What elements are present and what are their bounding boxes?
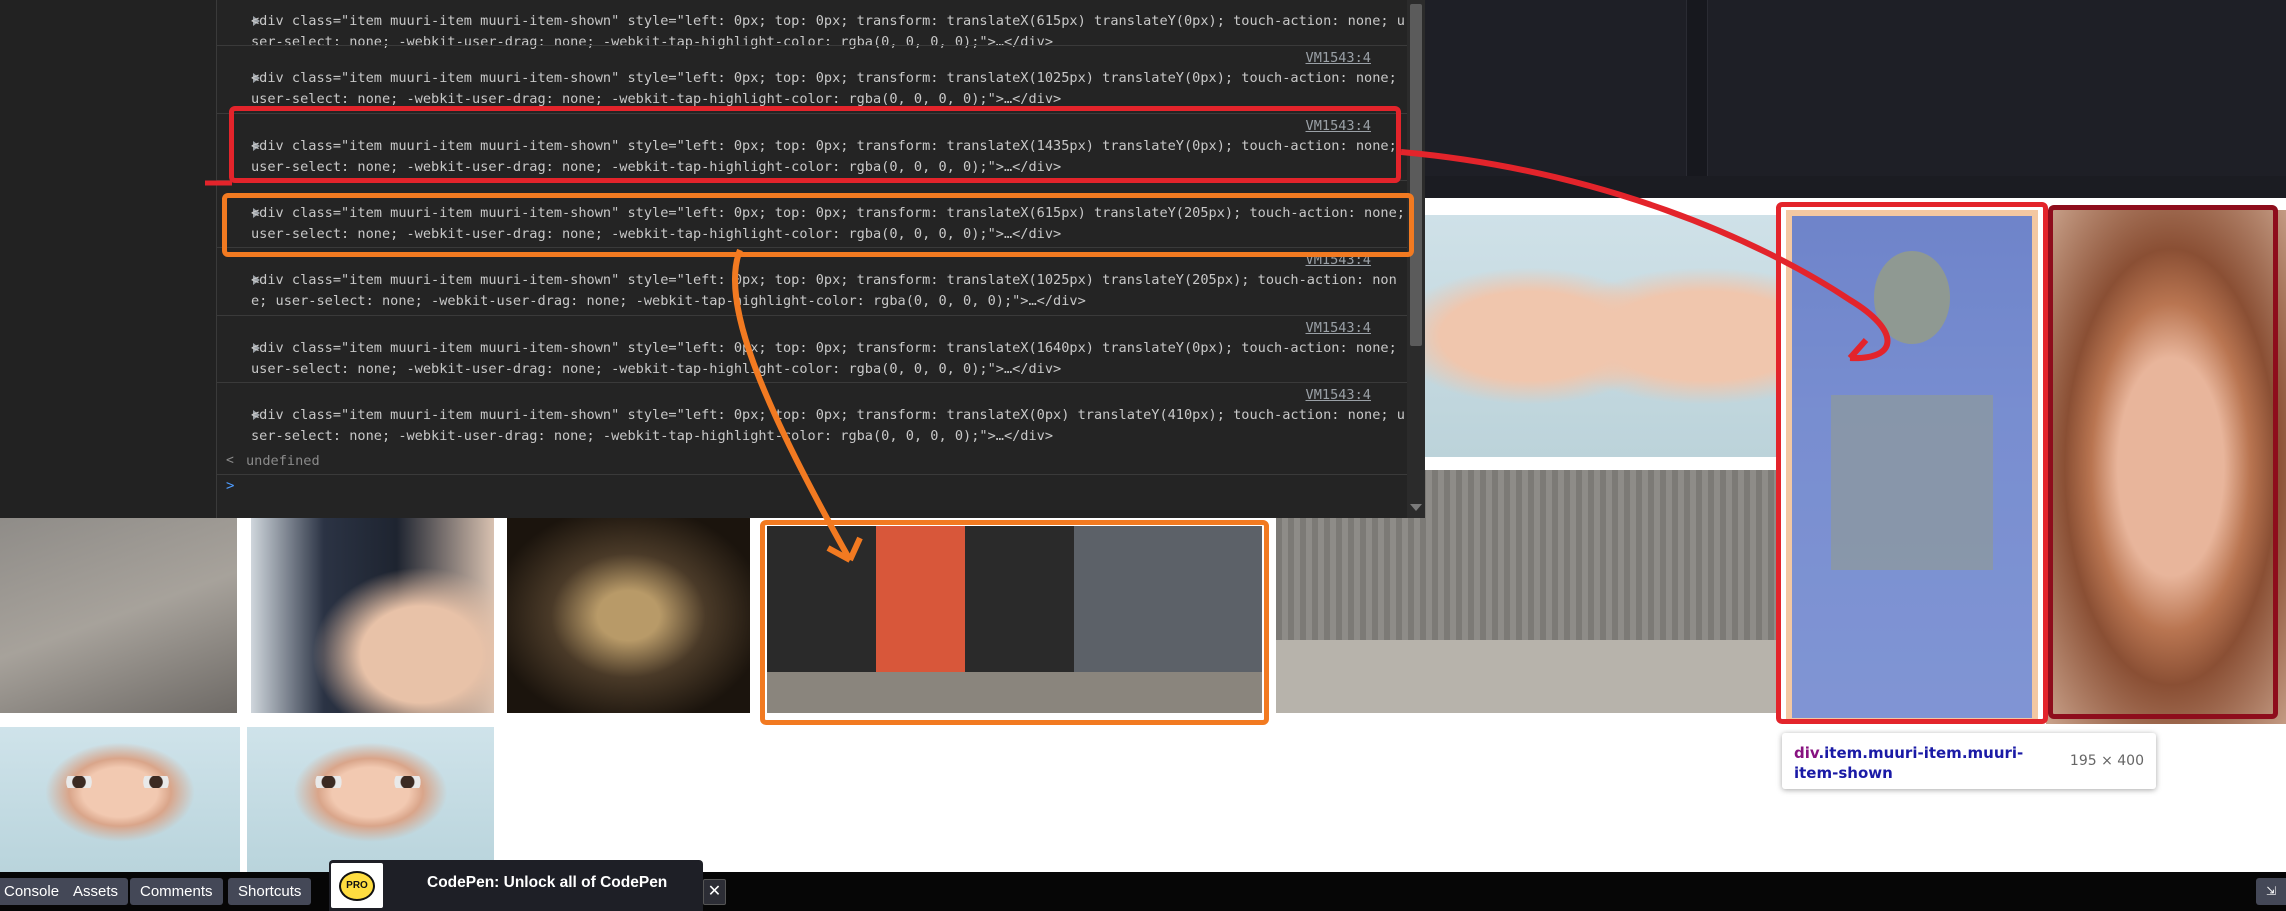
shortcuts-button[interactable]: Shortcuts xyxy=(228,878,312,905)
tooltip-tag: div xyxy=(1794,744,1819,762)
close-icon[interactable]: ✕ xyxy=(703,879,726,905)
pro-badge: PRO xyxy=(331,863,383,908)
orange-arrow xyxy=(731,248,853,562)
tooltip-selector: div.item.muuri-item.muuri-item-shown xyxy=(1794,743,2044,783)
console-button[interactable]: Console xyxy=(0,878,70,905)
tooltip-dimensions: 195 × 400 xyxy=(2069,753,2144,769)
inspector-tooltip: div.item.muuri-item.muuri-item-shown 195… xyxy=(1782,733,2156,789)
promo-text[interactable]: CodePen: Unlock all of CodePen xyxy=(427,874,667,892)
pro-badge-icon: PRO xyxy=(339,871,375,901)
tooltip-classes: .item.muuri-item.muuri-item-shown xyxy=(1794,744,2024,782)
red-arrow xyxy=(1400,149,1891,362)
comments-button[interactable]: Comments xyxy=(130,878,223,905)
assets-button[interactable]: Assets xyxy=(63,878,129,905)
collapse-icon[interactable]: ⇲ xyxy=(2256,878,2286,905)
